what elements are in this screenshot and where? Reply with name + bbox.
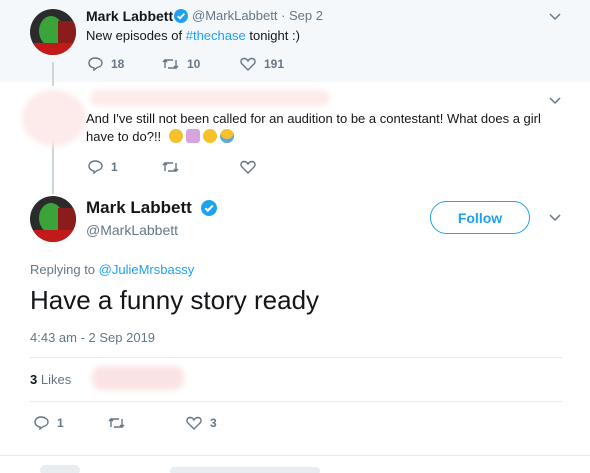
likes-stat-count: 3 (30, 372, 38, 387)
reply-icon (88, 160, 103, 174)
likes-stat[interactable]: 3 Likes (30, 372, 71, 387)
heart-icon (186, 416, 202, 430)
replying-to-handle-link[interactable]: @JulieMrsbassy (99, 262, 195, 277)
thread-line (52, 140, 54, 194)
author-handle[interactable]: @MarkLabbett (86, 222, 178, 238)
replying-to: Replying to @JulieMrsbassy (30, 262, 194, 277)
redacted-avatar (22, 90, 86, 146)
reply-icon (34, 416, 49, 430)
tweet-text-line: have to do?!! (86, 129, 237, 144)
tweet-text-line2: have to do?!! (86, 129, 162, 144)
chevron-down-icon[interactable] (549, 13, 561, 21)
next-item-text-edge (170, 467, 320, 473)
like-button[interactable]: 3 (186, 416, 217, 430)
winking-face-tongue-icon (202, 129, 217, 143)
verified-badge-icon (174, 9, 188, 23)
reply-count: 18 (111, 57, 125, 71)
chevron-down-icon[interactable] (549, 97, 561, 105)
divider (0, 455, 590, 456)
likes-stat-label: Likes (40, 372, 72, 387)
tweet-text-suffix: tonight :) (245, 28, 300, 43)
hashtag-link[interactable]: #thechase (186, 28, 246, 43)
like-button[interactable] (240, 160, 256, 174)
reply-icon (88, 57, 103, 71)
face-with-tears-of-joy-icon (219, 129, 234, 143)
retweet-button[interactable] (108, 416, 125, 430)
like-count: 191 (264, 57, 285, 71)
reply-button[interactable]: 1 (88, 160, 118, 174)
author-name[interactable]: Mark Labbett (86, 198, 192, 218)
reply-count: 1 (57, 416, 64, 430)
heart-icon (240, 160, 256, 174)
redacted-name (90, 90, 330, 106)
thinking-face-icon (168, 129, 183, 143)
tweet-text: New episodes of #thechase tonight :) (86, 28, 300, 43)
reply-count: 1 (111, 160, 118, 174)
author-name[interactable]: Mark Labbett (86, 8, 173, 24)
reply-button[interactable]: 18 (88, 57, 124, 71)
redacted-liker-avatars (92, 366, 184, 390)
like-button[interactable]: 191 (240, 57, 284, 71)
chevron-down-icon[interactable] (549, 214, 561, 222)
reply-button[interactable]: 1 (34, 416, 64, 430)
divider (30, 401, 562, 402)
like-count: 3 (210, 416, 217, 430)
tweet-text-prefix: New episodes of (86, 28, 186, 43)
follow-button[interactable]: Follow (430, 201, 530, 234)
retweet-icon (162, 59, 179, 69)
thread-line (52, 62, 54, 86)
verified-badge-icon (201, 200, 217, 216)
avatar[interactable] (30, 196, 76, 242)
tweet-timestamp[interactable]: 4:43 am - 2 Sep 2019 (30, 330, 155, 345)
retweet-icon (162, 162, 179, 172)
retweet-button[interactable]: 10 (162, 57, 200, 71)
replying-to-label: Replying to (30, 262, 99, 277)
author-handle-date[interactable]: @MarkLabbett · Sep 2 (192, 8, 323, 23)
tweet-text-line: And I've still not been called for an au… (86, 111, 541, 126)
retweet-count: 10 (187, 57, 201, 71)
woman-shrugging-icon (185, 129, 200, 143)
retweet-icon (108, 418, 125, 428)
heart-icon (240, 57, 256, 71)
next-item-avatar-edge (40, 465, 80, 473)
retweet-button[interactable] (162, 160, 179, 174)
avatar[interactable] (30, 9, 76, 55)
divider (30, 357, 562, 358)
main-tweet-text: Have a funny story ready (30, 285, 320, 315)
